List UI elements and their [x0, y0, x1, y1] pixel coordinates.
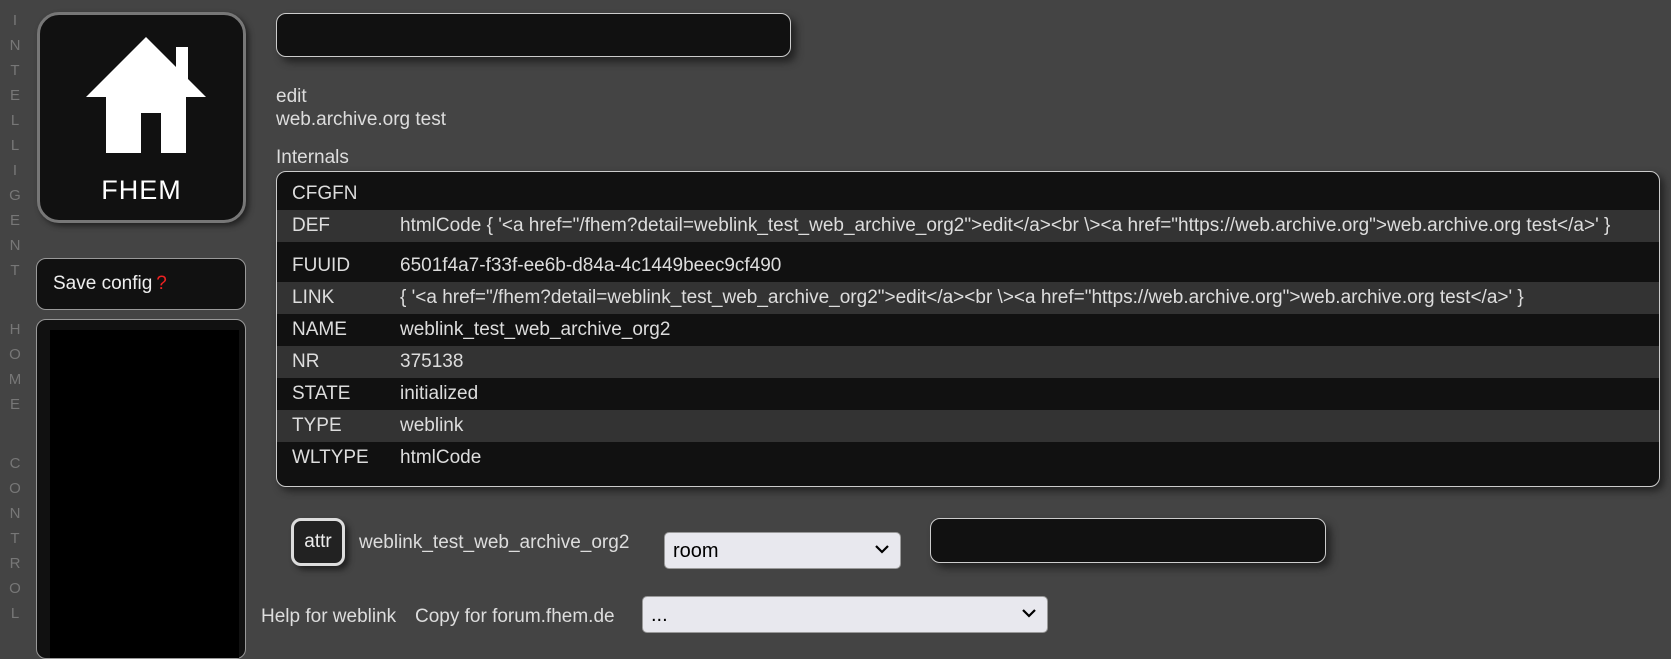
save-config-button[interactable]: Save config?: [36, 258, 246, 310]
vertical-banner-letter: R: [9, 555, 21, 572]
internal-key: DEF: [292, 215, 330, 236]
table-row: STATE initialized: [277, 378, 1659, 410]
room-menu-list: [50, 330, 239, 658]
chevron-down-icon: [875, 545, 889, 554]
unsaved-marker: ?: [156, 273, 167, 294]
vertical-banner: INTELLIGENTHOMECONTROL: [4, 8, 26, 648]
vertical-banner-letter: N: [9, 505, 21, 522]
internal-key: LINK: [292, 287, 335, 308]
attr-button[interactable]: attr: [291, 518, 345, 566]
attr-select[interactable]: room: [664, 532, 901, 569]
vertical-banner-letter: T: [10, 62, 20, 79]
internal-key: WLTYPE: [292, 447, 369, 468]
room-menu[interactable]: [36, 319, 246, 659]
command-input[interactable]: [276, 13, 791, 57]
vertical-banner-letter: T: [10, 530, 20, 547]
table-row: LINK { '<a href="/fhem?detail=weblink_te…: [277, 282, 1659, 314]
vertical-banner-letter: E: [9, 396, 20, 413]
table-row: NR 375138: [277, 346, 1659, 378]
internal-value: 6501f4a7-f33f-ee6b-d84a-4c1449beec9cf490: [400, 255, 782, 276]
internal-value: htmlCode: [400, 447, 482, 468]
vertical-banner-letter: O: [9, 480, 21, 497]
attr-device-name: weblink_test_web_archive_org2: [359, 532, 630, 553]
internal-key: NR: [292, 351, 320, 372]
vertical-banner-letter: T: [10, 262, 20, 279]
vertical-banner-letter: O: [9, 346, 21, 363]
vertical-banner-letter: M: [8, 371, 22, 388]
internal-key: TYPE: [292, 415, 342, 436]
vertical-banner-letter: E: [9, 87, 20, 104]
table-row: DEF htmlCode { '<a href="/fhem?detail=we…: [277, 210, 1659, 242]
internal-value: initialized: [400, 383, 479, 404]
home-icon: [86, 37, 206, 153]
table-row: NAME weblink_test_web_archive_org2: [277, 314, 1659, 346]
table-row: FUUID 6501f4a7-f33f-ee6b-d84a-4c1449beec…: [277, 250, 1659, 282]
logo-text: FHEM: [101, 175, 182, 205]
vertical-banner-letter: O: [9, 580, 21, 597]
copy-select-value: ...: [651, 604, 668, 626]
copy-for-forum-label: Copy for forum.fhem.de: [415, 606, 615, 627]
vertical-banner-letter: L: [10, 112, 20, 129]
vertical-banner-letter: E: [9, 212, 20, 229]
edit-link[interactable]: edit: [276, 86, 307, 108]
save-config-label: Save config: [53, 273, 153, 294]
vertical-banner-letter: G: [9, 187, 21, 204]
vertical-banner-letter: I: [12, 162, 18, 179]
internal-value: htmlCode { '<a href="/fhem?detail=weblin…: [400, 215, 1611, 236]
internals-table: CFGFN DEF htmlCode { '<a href="/fhem?det…: [276, 171, 1660, 487]
fhem-logo[interactable]: FHEM: [37, 12, 246, 223]
internal-key: FUUID: [292, 255, 351, 276]
vertical-banner-letter: L: [10, 137, 20, 154]
internals-title: Internals: [276, 147, 349, 168]
vertical-banner-letter: N: [9, 237, 21, 254]
vertical-banner-letter: C: [9, 455, 21, 472]
vertical-banner-word: INTELLIGENT: [9, 8, 21, 283]
table-row: CFGFN: [277, 178, 1659, 210]
vertical-banner-letter: L: [10, 605, 20, 622]
copy-for-forum-select[interactable]: ...: [642, 596, 1048, 633]
vertical-banner-letter: N: [9, 37, 21, 54]
archive-link[interactable]: web.archive.org test: [276, 109, 446, 131]
internal-value: 375138: [400, 351, 464, 372]
vertical-banner-word: HOME: [9, 317, 22, 417]
internal-value: { '<a href="/fhem?detail=weblink_test_we…: [400, 287, 1524, 308]
vertical-banner-letter: H: [9, 321, 21, 338]
attr-select-value: room: [673, 540, 719, 562]
vertical-banner-letter: I: [12, 12, 18, 29]
help-link[interactable]: Help for weblink: [261, 606, 396, 628]
vertical-banner-word: CONTROL: [9, 451, 21, 626]
internal-value: weblink_test_web_archive_org2: [400, 319, 671, 340]
internal-key: NAME: [292, 319, 347, 340]
chevron-down-icon: [1022, 609, 1036, 618]
attr-value-input[interactable]: [930, 518, 1326, 563]
table-row: TYPE weblink: [277, 410, 1659, 442]
internal-value: weblink: [400, 415, 464, 436]
table-row: WLTYPE htmlCode: [277, 442, 1659, 474]
internal-key: CFGFN: [292, 183, 358, 204]
internal-key: STATE: [292, 383, 351, 404]
